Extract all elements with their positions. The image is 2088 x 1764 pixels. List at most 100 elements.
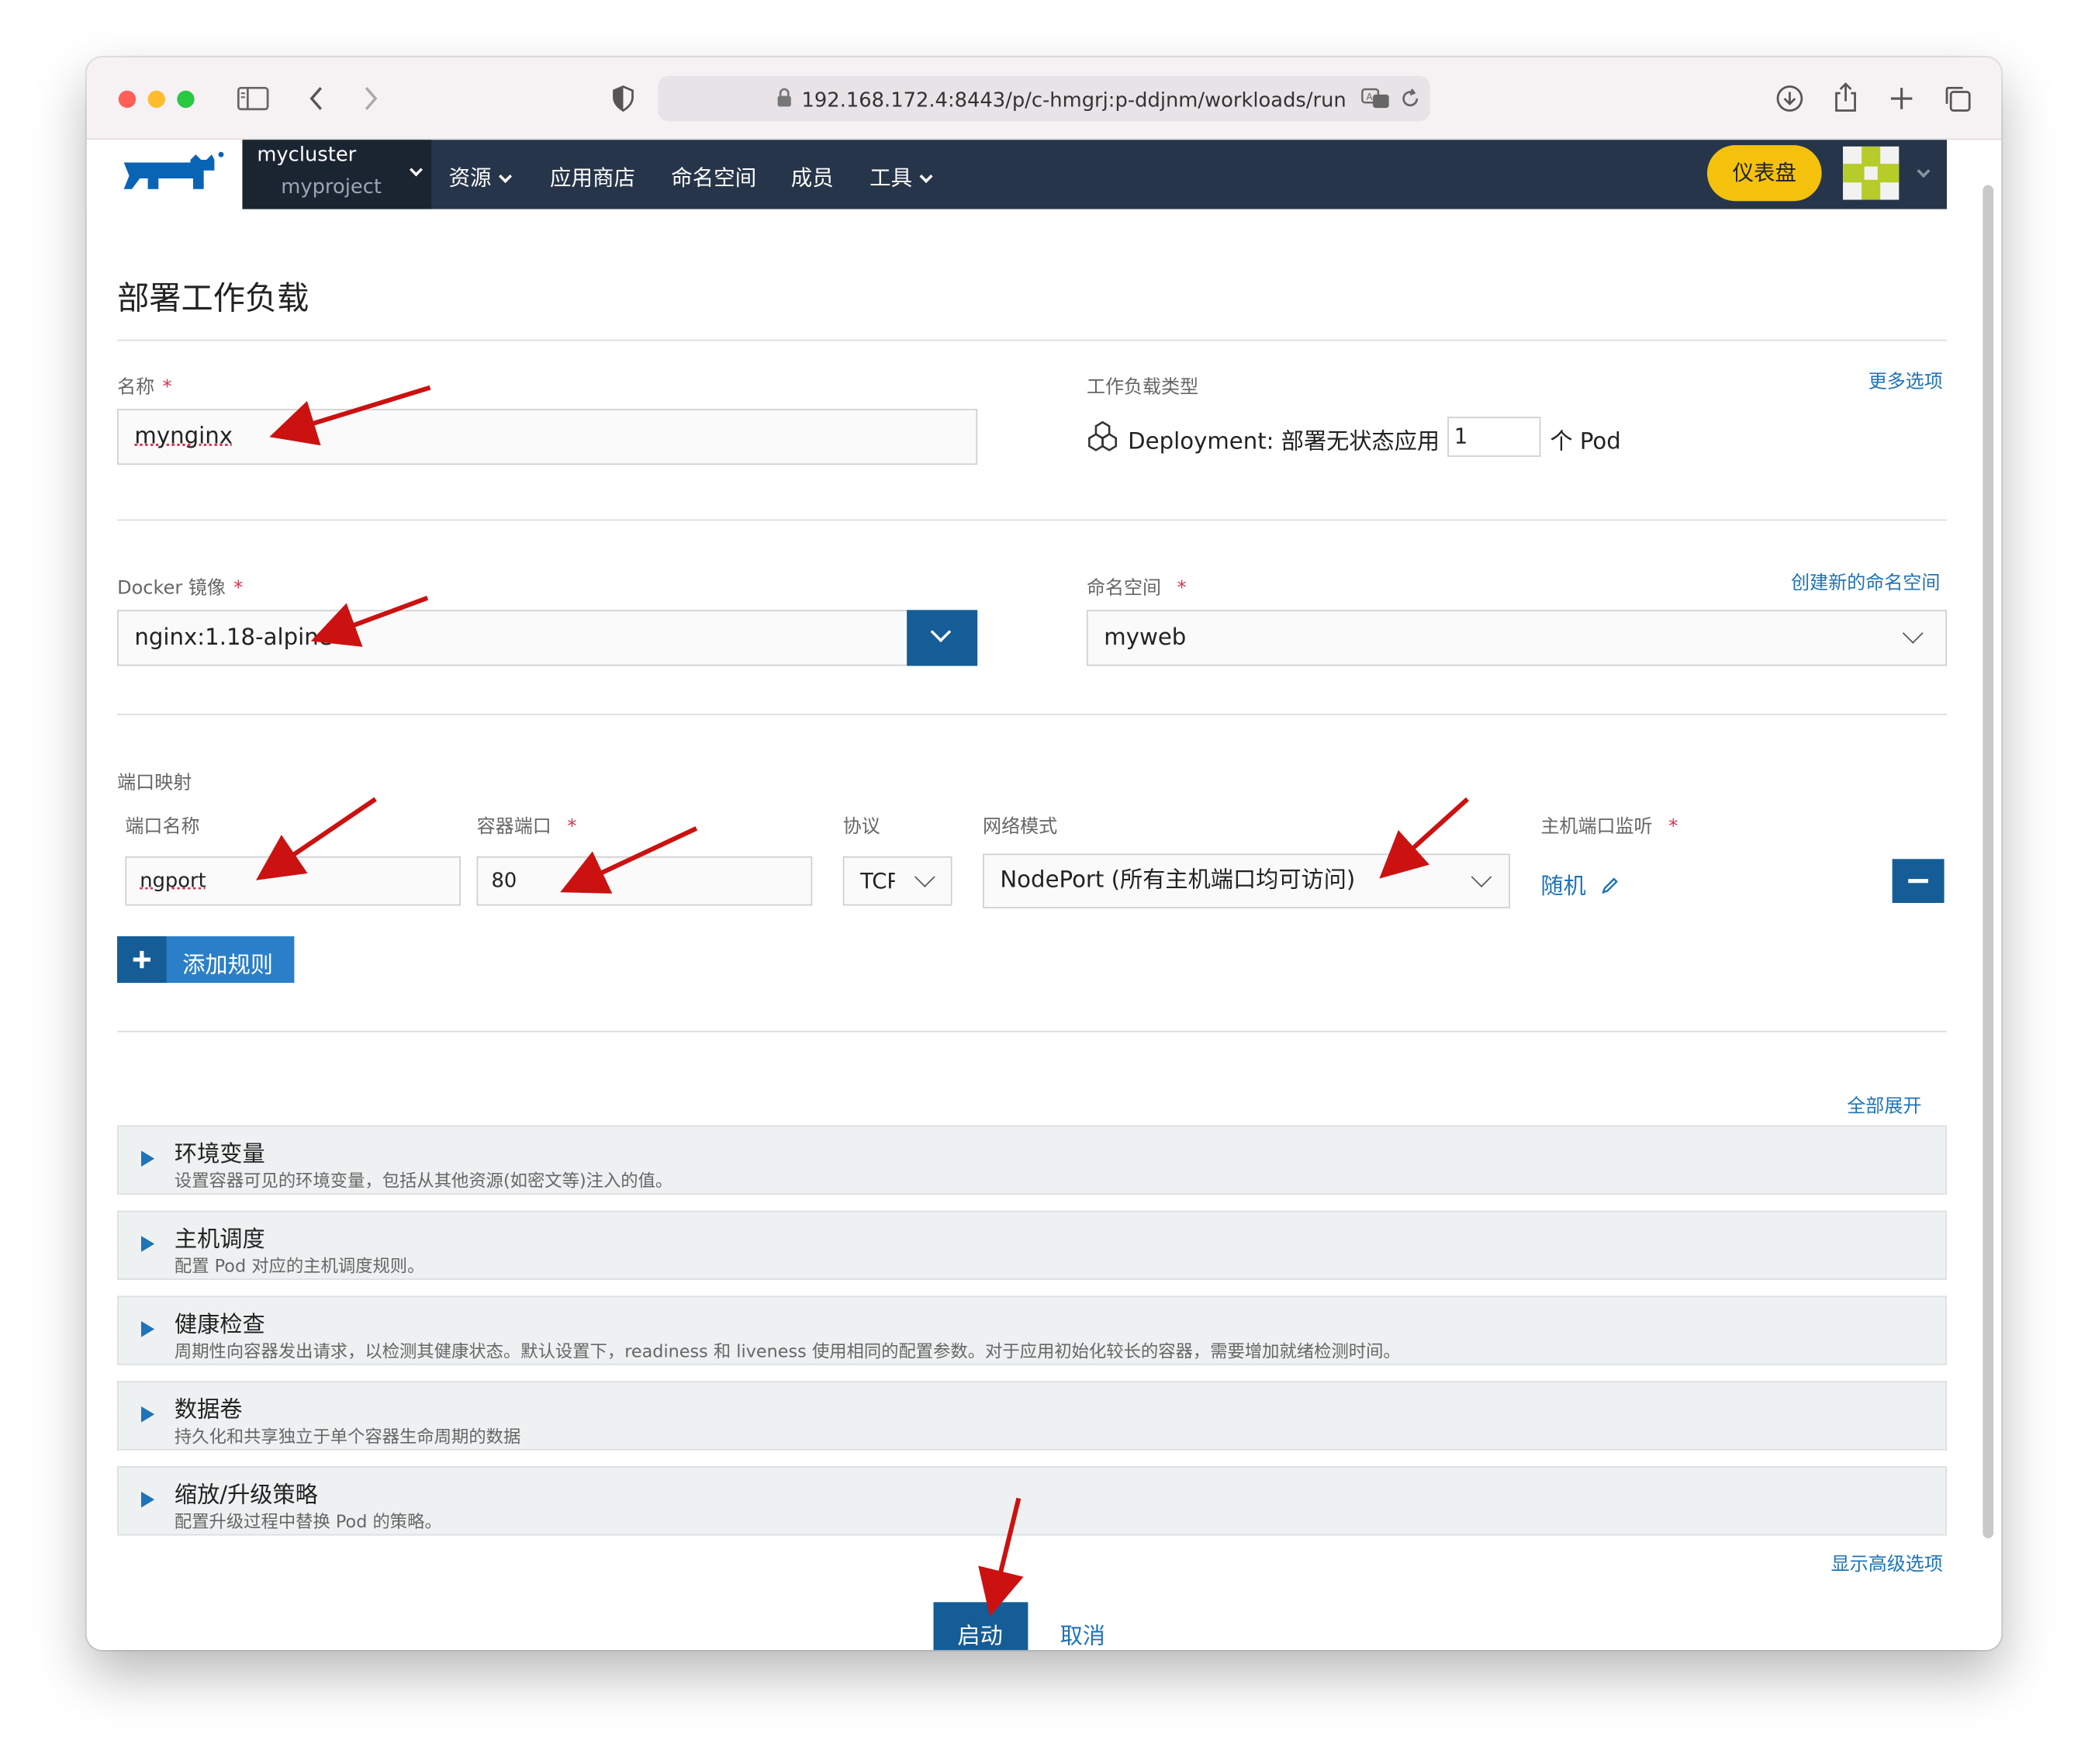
- chevron-down-icon: [931, 621, 952, 642]
- pencil-icon: [1601, 877, 1620, 895]
- divider: [117, 1031, 1947, 1032]
- chevron-down-icon: [914, 866, 935, 887]
- port-name-col-label: 端口名称: [125, 812, 199, 839]
- network-mode-col-label: 网络模式: [983, 812, 1057, 839]
- expand-all-link[interactable]: 全部展开: [1847, 1092, 1921, 1119]
- section-title: 环境变量: [175, 1135, 265, 1168]
- namespace-select[interactable]: myweb: [1087, 610, 1947, 666]
- minus-icon: [1908, 879, 1928, 883]
- nav-resources[interactable]: 资源: [449, 160, 510, 192]
- launch-label: 启动: [957, 1617, 1002, 1650]
- chevron-down-icon: [402, 158, 420, 184]
- remove-port-button[interactable]: [1893, 859, 1945, 903]
- cluster-name: mycluster: [257, 143, 356, 167]
- section-title: 健康检查: [175, 1306, 265, 1339]
- maximize-window-button[interactable]: [177, 91, 194, 108]
- nav-namespaces[interactable]: 命名空间: [671, 160, 756, 192]
- cluster-project-switcher[interactable]: mycluster myproject: [242, 140, 431, 209]
- close-window-button[interactable]: [119, 91, 136, 108]
- app-header: mycluster myproject 资源 应用商店 命名空间 成员 工具 仪…: [87, 140, 1947, 209]
- avatar-chevron-down-icon[interactable]: [1910, 160, 1928, 185]
- container-port-input[interactable]: 80: [477, 856, 813, 906]
- back-icon[interactable]: [299, 81, 334, 116]
- protocol-value: TCP: [860, 858, 895, 904]
- section-title: 主机调度: [175, 1220, 265, 1254]
- deployment-icon: [1087, 420, 1118, 460]
- protocol-col-label: 协议: [843, 812, 880, 839]
- host-port-col-label: 主机端口监听 *: [1540, 812, 1678, 839]
- nav-app-store[interactable]: 应用商店: [550, 160, 635, 192]
- show-advanced-options-link[interactable]: 显示高级选项: [1831, 1550, 1943, 1576]
- docker-image-input[interactable]: nginx:1.18-alpine: [117, 610, 908, 666]
- page-title: 部署工作负载: [117, 272, 309, 318]
- svg-text:A: A: [1366, 92, 1373, 102]
- divider: [117, 520, 1947, 521]
- dashboard-button[interactable]: 仪表盘: [1707, 145, 1822, 201]
- section-scaling-policy[interactable]: 缩放/升级策略 配置升级过程中替换 Pod 的策略。: [117, 1466, 1947, 1535]
- chevron-down-icon: [1471, 866, 1492, 887]
- expand-triangle-icon: [141, 1150, 154, 1167]
- browser-window: 192.168.172.4:8443/p/c-hmgrj:p-ddjnm/wor…: [87, 57, 2002, 1650]
- protocol-select[interactable]: TCP: [843, 856, 952, 906]
- project-name: myproject: [281, 175, 382, 199]
- name-label: 名称 *: [117, 373, 171, 399]
- workload-type-label: 工作负载类型: [1087, 373, 1198, 399]
- reload-icon[interactable]: [1399, 87, 1420, 116]
- workload-type-text[interactable]: Deployment: 部署无状态应用: [1128, 422, 1440, 455]
- namespace-label: 命名空间 *: [1087, 574, 1187, 600]
- section-description: 配置 Pod 对应的主机调度规则。: [175, 1252, 425, 1278]
- name-input[interactable]: mynginx: [117, 409, 977, 465]
- docker-image-label: Docker 镜像 *: [117, 574, 243, 600]
- replicas-unit: 个 Pod: [1550, 422, 1620, 455]
- page-scrollbar[interactable]: [1983, 185, 1993, 1538]
- tabs-overview-icon[interactable]: [1940, 81, 1975, 116]
- expand-triangle-icon: [141, 1492, 154, 1508]
- chevron-down-icon: [1903, 623, 1924, 644]
- expand-triangle-icon: [141, 1406, 154, 1423]
- section-volumes[interactable]: 数据卷 持久化和共享独立于单个容器生命周期的数据: [117, 1381, 1947, 1450]
- more-options-link[interactable]: 更多选项: [1868, 368, 1943, 394]
- chevron-down-icon: [920, 170, 933, 183]
- name-input-value: mynginx: [134, 424, 233, 450]
- nav-members[interactable]: 成员: [791, 160, 834, 192]
- page-content: 部署工作负载 名称 * mynginx 工作负载类型 更多选项 Deploymen…: [87, 209, 2002, 1651]
- replicas-input[interactable]: 1: [1447, 417, 1540, 457]
- section-node-scheduling[interactable]: 主机调度 配置 Pod 对应的主机调度规则。: [117, 1211, 1947, 1280]
- section-description: 持久化和共享独立于单个容器生命周期的数据: [175, 1423, 520, 1448]
- plus-icon: [117, 936, 167, 983]
- network-mode-select[interactable]: NodePort (所有主机端口均可访问): [983, 853, 1510, 908]
- add-rule-button[interactable]: 添加规则: [117, 936, 294, 983]
- section-title: 数据卷: [175, 1390, 243, 1423]
- forward-icon[interactable]: [353, 81, 388, 116]
- host-port-random-link[interactable]: 随机: [1540, 867, 1620, 901]
- launch-button[interactable]: 启动: [934, 1602, 1028, 1650]
- divider: [117, 340, 1947, 341]
- expand-triangle-icon: [141, 1321, 154, 1337]
- section-description: 配置升级过程中替换 Pod 的策略。: [175, 1507, 442, 1533]
- port-name-input[interactable]: ngport: [125, 856, 461, 906]
- minimize-window-button[interactable]: [148, 91, 165, 108]
- docker-image-dropdown-button[interactable]: [907, 610, 977, 666]
- network-mode-value: NodePort (所有主机端口均可访问): [1000, 867, 1355, 894]
- container-port-col-label: 容器端口 *: [477, 812, 577, 839]
- lock-icon: [776, 88, 793, 113]
- sidebar-icon[interactable]: [236, 81, 271, 116]
- section-description: 周期性向容器发出请求，以检测其健康状态。默认设置下，readiness 和 li…: [175, 1337, 1401, 1363]
- shield-icon[interactable]: [606, 81, 641, 116]
- translate-icon[interactable]: A: [1361, 87, 1391, 116]
- create-namespace-link[interactable]: 创建新的命名空间: [1791, 569, 1940, 595]
- section-title: 缩放/升级策略: [175, 1475, 318, 1509]
- expand-triangle-icon: [141, 1236, 154, 1252]
- section-env-vars[interactable]: 环境变量 设置容器可见的环境变量，包括从其他资源(如密文等)注入的值。: [117, 1126, 1947, 1195]
- port-name-value: ngport: [140, 868, 206, 892]
- share-icon[interactable]: [1828, 81, 1863, 116]
- download-icon[interactable]: [1772, 81, 1807, 116]
- new-tab-icon[interactable]: [1884, 81, 1919, 116]
- rancher-logo-icon[interactable]: [119, 149, 225, 202]
- address-bar[interactable]: 192.168.172.4:8443/p/c-hmgrj:p-ddjnm/wor…: [658, 76, 1430, 121]
- section-health-check[interactable]: 健康检查 周期性向容器发出请求，以检测其健康状态。默认设置下，readiness…: [117, 1295, 1947, 1365]
- nav-tools[interactable]: 工具: [869, 160, 931, 192]
- avatar[interactable]: [1843, 147, 1899, 200]
- cancel-button[interactable]: 取消: [1060, 1617, 1105, 1650]
- namespace-value: myweb: [1104, 624, 1186, 651]
